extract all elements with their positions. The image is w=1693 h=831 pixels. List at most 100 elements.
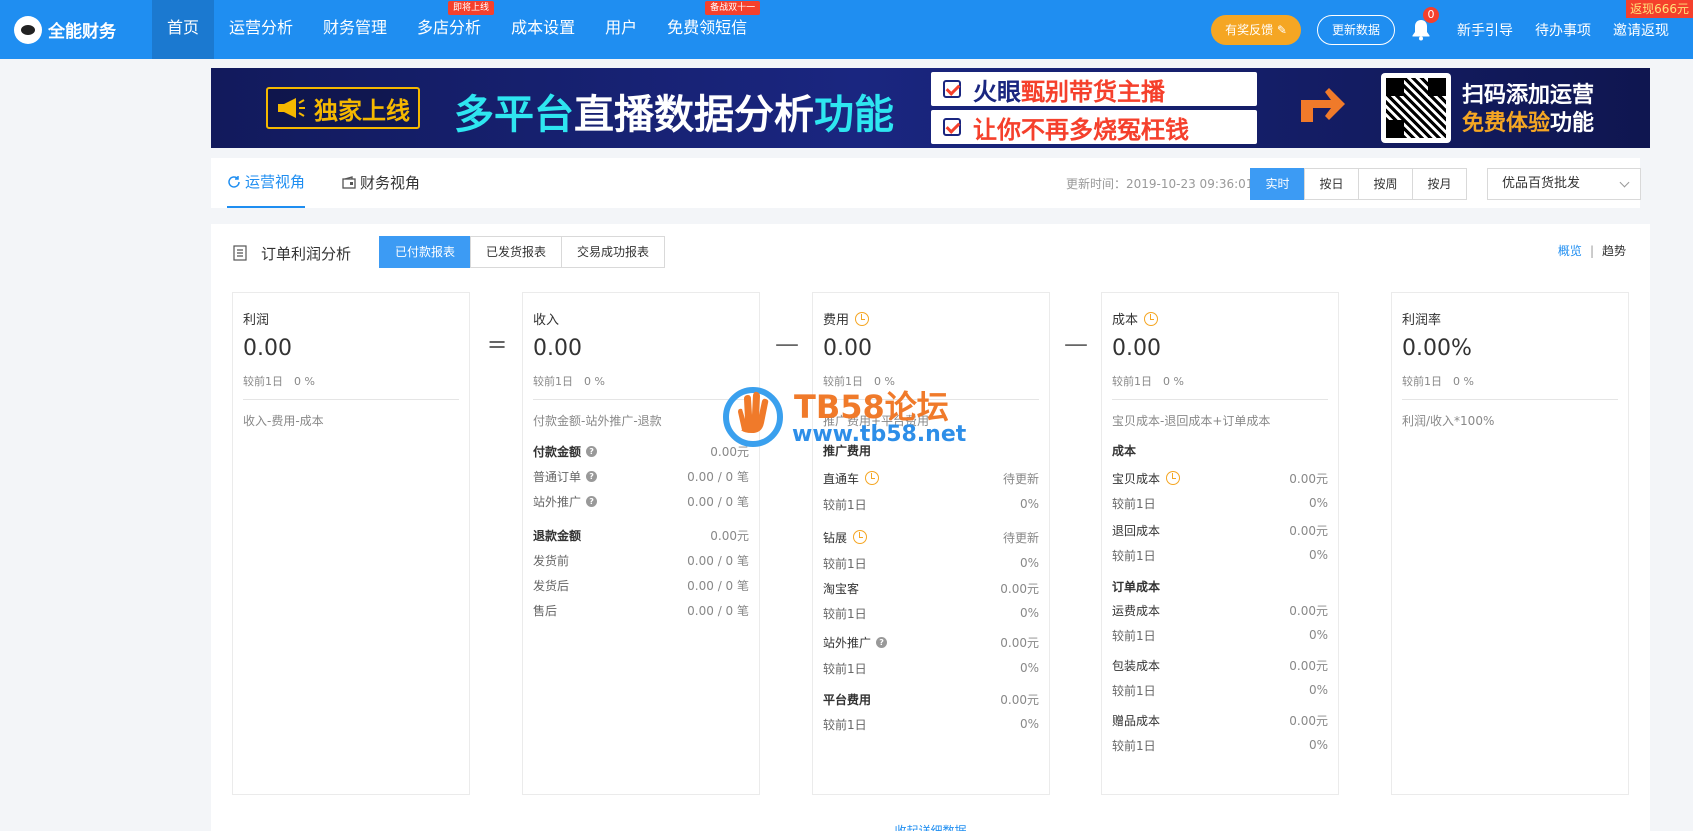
help-icon[interactable]: ? bbox=[876, 636, 888, 648]
list-item: 较前1日 0% bbox=[1112, 681, 1328, 699]
todo-link[interactable]: 待办事项 bbox=[1535, 20, 1591, 40]
nav-item-multishop[interactable]: 多店分析 即将上线 bbox=[402, 0, 496, 59]
list-item: 较前1日 0% bbox=[823, 495, 1039, 513]
banner-point-2: 让你不再多烧冤枉钱 bbox=[931, 110, 1257, 144]
row-value: 0% bbox=[1019, 717, 1039, 731]
nav-item-ops[interactable]: 运营分析 bbox=[214, 0, 308, 59]
list-item: 平台费用 0.00元 bbox=[823, 690, 1039, 708]
list-item: 站外推广? 0.00 / 0 笔 bbox=[533, 492, 749, 510]
list-item: 淘宝客 0.00元 bbox=[823, 579, 1039, 597]
row-value: 0.00元 bbox=[1289, 523, 1328, 538]
cost-label: 成本 bbox=[1112, 309, 1159, 328]
wallet-icon bbox=[342, 176, 356, 189]
list-item: 较前1日 0% bbox=[1112, 736, 1328, 754]
check-icon bbox=[943, 118, 961, 136]
help-icon[interactable]: ? bbox=[586, 470, 598, 482]
list-item: 钻展 待更新 bbox=[823, 528, 1039, 546]
row-key: 较前1日 bbox=[1112, 548, 1156, 563]
row-value: 0% bbox=[1019, 661, 1039, 675]
nav-item-finance[interactable]: 财务管理 bbox=[308, 0, 402, 59]
notification-bell[interactable]: 0 bbox=[1409, 6, 1439, 42]
card-title-text: 订单利润分析 bbox=[261, 244, 352, 263]
row-value: 0.00 / 0 笔 bbox=[687, 469, 749, 484]
logo-icon bbox=[14, 15, 42, 44]
minus-sign: — bbox=[1064, 330, 1088, 358]
divider bbox=[533, 399, 749, 400]
row-key: 较前1日 bbox=[1112, 496, 1156, 511]
clock-icon[interactable] bbox=[1166, 471, 1181, 485]
promo-banner[interactable]: 独家上线 多平台直播数据分析功能 火眼 甄别带货主播 让你不再多烧冤枉钱 扫码添加… bbox=[211, 68, 1650, 148]
help-icon[interactable]: ? bbox=[586, 495, 598, 507]
row-value: 待更新 bbox=[1002, 471, 1039, 486]
row-value: 0.00 / 0 笔 bbox=[687, 578, 749, 593]
list-item: 宝贝成本 0.00元 bbox=[1112, 469, 1328, 487]
clock-icon[interactable] bbox=[865, 471, 880, 485]
nav-item-sms[interactable]: 免费领短信 备战双十一 bbox=[652, 0, 762, 59]
scan-text: 扫码添加运营 免费体验功能 bbox=[1462, 82, 1594, 138]
guide-link[interactable]: 新手引导 bbox=[1457, 20, 1513, 40]
clock-icon[interactable] bbox=[1144, 311, 1159, 326]
nav-item-user[interactable]: 用户 bbox=[590, 0, 652, 59]
row-key: 较前1日 bbox=[823, 606, 867, 621]
watermark-hand-logo bbox=[723, 387, 783, 447]
tab-shipped-report[interactable]: 已发货报表 bbox=[470, 236, 563, 268]
tab-label: 财务视角 bbox=[360, 174, 421, 192]
list-item: 较前1日 0% bbox=[1112, 546, 1328, 564]
logo[interactable]: 全能财务 bbox=[0, 0, 152, 59]
period-selector: 实时 按日 按周 按月 bbox=[1250, 168, 1467, 200]
banner-title-part: 直播数据分析 bbox=[574, 92, 814, 138]
list-item: 赠品成本 0.00元 bbox=[1112, 711, 1328, 729]
trend-link[interactable]: 趋势 bbox=[1602, 244, 1626, 258]
expense-label: 费用 bbox=[823, 309, 870, 328]
profit-rate-formula: 利润/收入*100% bbox=[1402, 414, 1495, 428]
row-key: 宝贝成本 bbox=[1112, 471, 1161, 486]
view-bar: 运营视角 财务视角 更新时间：2019-10-23 09:36:01 实时 按日… bbox=[211, 158, 1641, 208]
row-key: 退款金额 bbox=[533, 528, 582, 543]
help-icon[interactable]: ? bbox=[586, 445, 598, 457]
nav-item-cost[interactable]: 成本设置 bbox=[496, 0, 590, 59]
period-realtime[interactable]: 实时 bbox=[1250, 168, 1305, 200]
banner-point-text: 火眼 bbox=[973, 77, 1021, 106]
card-title: 订单利润分析 bbox=[233, 238, 351, 268]
update-data-button[interactable]: 更新数据 bbox=[1316, 14, 1395, 45]
period-month[interactable]: 按月 bbox=[1412, 168, 1467, 200]
clock-icon[interactable] bbox=[853, 530, 868, 544]
period-week[interactable]: 按周 bbox=[1358, 168, 1413, 200]
profit-rate-column: 利润率 0.00% 较前1日 0 % 利润/收入*100% bbox=[1391, 292, 1629, 795]
shop-select[interactable]: 优品百货批发 bbox=[1487, 168, 1641, 200]
nav-item-label: 免费领短信 bbox=[667, 18, 748, 37]
nav-item-home[interactable]: 首页 bbox=[152, 0, 215, 59]
banner-point-1: 火眼 甄别带货主播 bbox=[931, 72, 1257, 106]
row-key: 普通订单 bbox=[533, 469, 582, 484]
scan-line-1: 扫码添加运营 bbox=[1462, 83, 1595, 108]
list-item: 售后 0.00 / 0 笔 bbox=[533, 601, 749, 619]
profit-column: 利润 0.00 较前1日 0 % 收入-费用-成本 bbox=[232, 292, 470, 795]
minus-sign: — bbox=[775, 330, 799, 358]
row-key: 较前1日 bbox=[823, 497, 867, 512]
list-item: 发货前 0.00 / 0 笔 bbox=[533, 551, 749, 569]
row-value: 0.00元 bbox=[1289, 713, 1328, 728]
clock-icon[interactable] bbox=[855, 311, 870, 326]
period-day[interactable]: 按日 bbox=[1304, 168, 1359, 200]
row-key: 发货前 bbox=[533, 553, 570, 568]
nav-item-label: 成本设置 bbox=[511, 18, 576, 37]
pointing-hand-icon bbox=[1301, 88, 1345, 122]
row-value: 0% bbox=[1308, 683, 1328, 697]
row-value: 0% bbox=[1308, 738, 1328, 752]
tab-ops-view[interactable]: 运营视角 bbox=[227, 158, 306, 208]
income-label: 收入 bbox=[533, 313, 560, 328]
tab-finance-view[interactable]: 财务视角 bbox=[342, 158, 420, 208]
feedback-button[interactable]: 有奖反馈 ✎ bbox=[1211, 14, 1301, 45]
invite-link[interactable]: 邀请返现 bbox=[1613, 20, 1669, 40]
row-key: 平台费用 bbox=[823, 692, 872, 707]
collapse-details-link[interactable]: 收起详细数据 bbox=[211, 822, 1650, 831]
income-formula: 付款金额-站外推广-退款 bbox=[533, 414, 662, 428]
update-time: 更新时间：2019-10-23 09:36:01 bbox=[1066, 177, 1254, 191]
divider bbox=[243, 399, 459, 400]
tab-paid-report[interactable]: 已付款报表 bbox=[379, 236, 472, 268]
overview-link[interactable]: 概览 bbox=[1558, 244, 1582, 258]
income-value: 0.00 bbox=[533, 336, 582, 361]
nav-item-label: 多店分析 bbox=[417, 18, 482, 37]
tab-success-report[interactable]: 交易成功报表 bbox=[561, 236, 666, 268]
profit-rate-label: 利润率 bbox=[1402, 313, 1442, 328]
